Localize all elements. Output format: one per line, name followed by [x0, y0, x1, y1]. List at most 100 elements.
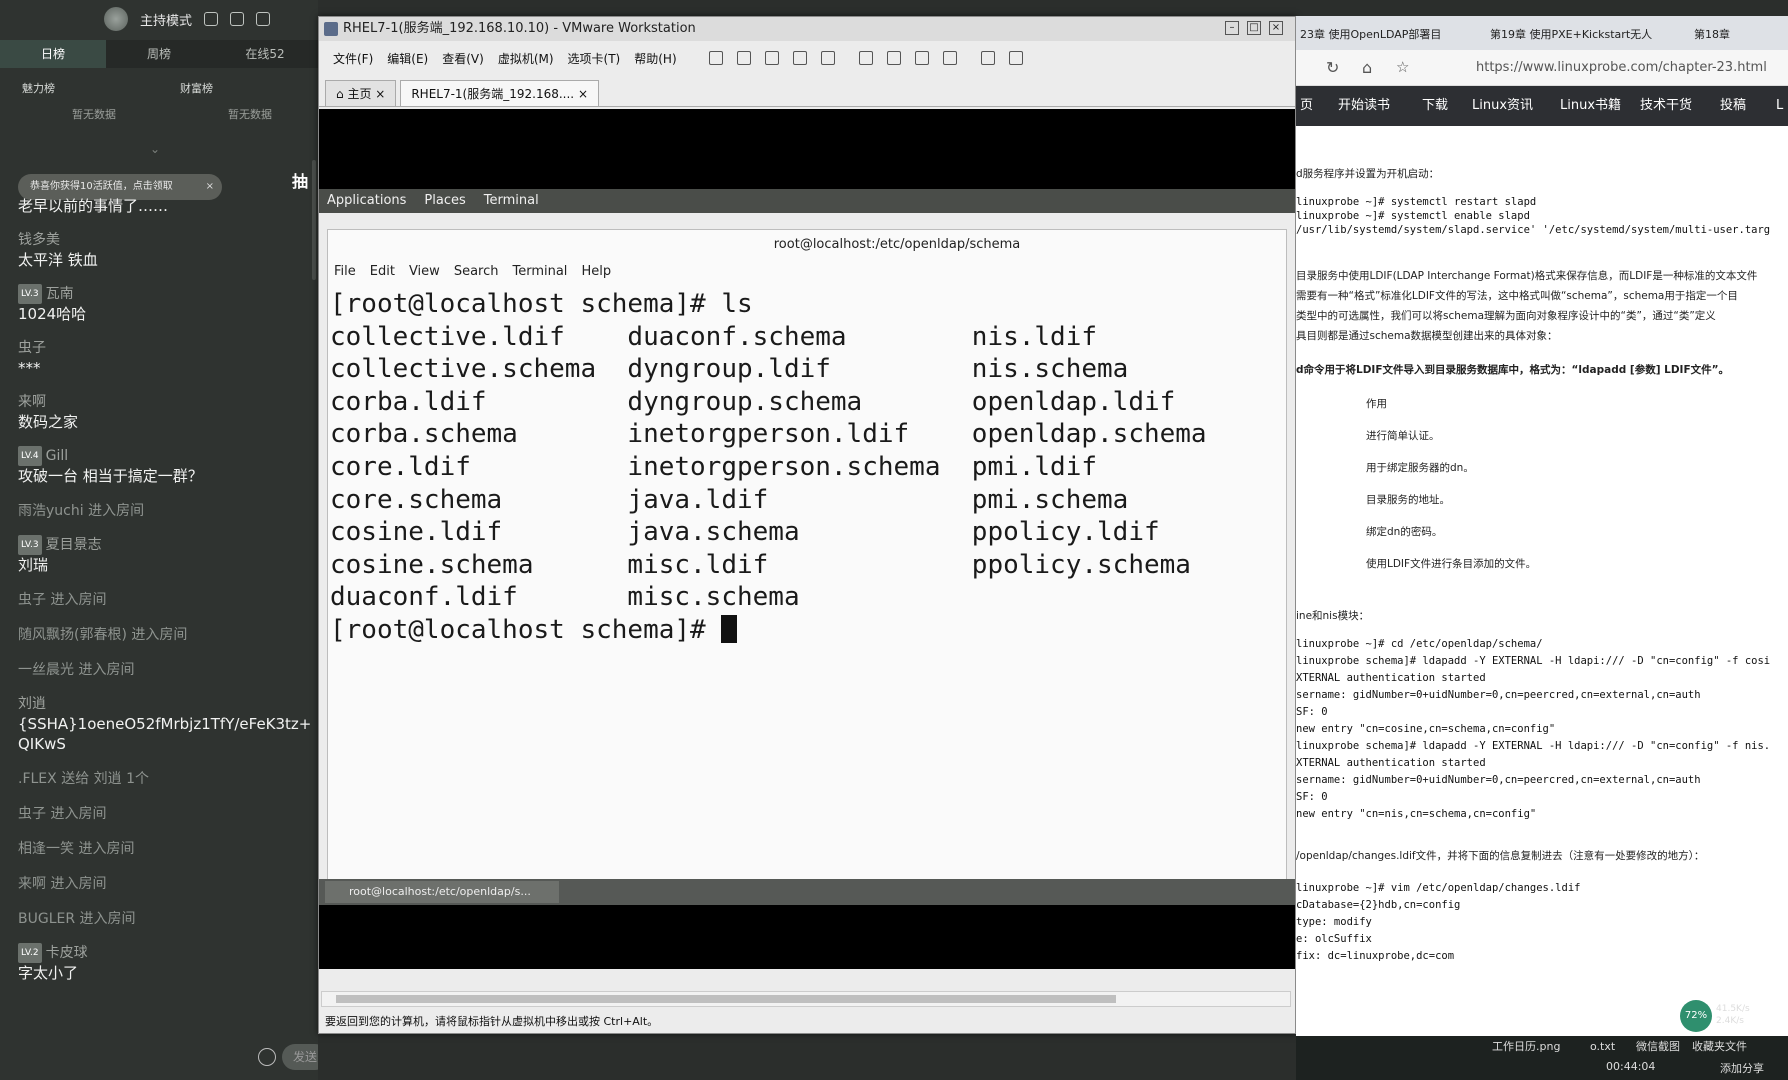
- fullscreen-icon[interactable]: [914, 51, 929, 65]
- stretch-icon[interactable]: [1008, 51, 1023, 65]
- settings-icon[interactable]: [204, 12, 219, 26]
- host-toolbar: 主持模式: [0, 0, 318, 38]
- tab-rhel7-label: RHEL7-1(服务端_192.168....: [411, 87, 575, 101]
- chat-text: {SSHA}1oeneO52fMrbjz1TfY/eFeK3tz+QIKwS: [18, 715, 312, 753]
- scrollbar-thumb[interactable]: [336, 995, 1116, 1003]
- close-button[interactable]: ×: [1269, 21, 1283, 35]
- menu-tabs[interactable]: 选项卡(T): [568, 50, 621, 67]
- nav-item[interactable]: 页: [1300, 86, 1313, 126]
- gnome-applications[interactable]: Applications: [327, 189, 406, 213]
- terminal-menu: File Edit View Search Terminal Help: [334, 264, 611, 279]
- nav-item[interactable]: L: [1776, 86, 1783, 126]
- taskbar-terminal-item[interactable]: root@localhost:/etc/openldap/s...: [325, 881, 559, 903]
- desktop-icon-label[interactable]: 工作日历.png: [1492, 1038, 1560, 1054]
- chat-username: 夏目景志: [45, 537, 102, 553]
- terminal-menu-terminal[interactable]: Terminal: [512, 264, 567, 279]
- system-notice: 雨浩yuchi 进入房间: [18, 503, 145, 519]
- menu-vm[interactable]: 虚拟机(M): [498, 50, 554, 67]
- emoji-icon[interactable]: [258, 1048, 276, 1066]
- chat-text: 1024哈哈: [18, 305, 87, 323]
- url-field[interactable]: https://www.linuxprobe.com/chapter-23.ht…: [1476, 60, 1767, 75]
- nav-item[interactable]: 投稿: [1720, 86, 1746, 126]
- avatar[interactable]: [104, 7, 128, 31]
- chat-user[interactable]: LV.2 卡皮球: [18, 943, 318, 963]
- revert-snapshot-icon[interactable]: [792, 51, 807, 65]
- pause-icon[interactable]: [708, 51, 723, 65]
- desktop-icon-label[interactable]: 微信截图: [1636, 1038, 1680, 1054]
- tab-weekly[interactable]: 周榜: [106, 40, 212, 68]
- nav-item[interactable]: 开始读书: [1338, 86, 1390, 126]
- chat-username: 瓦南: [45, 286, 74, 302]
- desktop-icon-label[interactable]: 收藏夹文件: [1692, 1038, 1747, 1054]
- nav-item[interactable]: 技术干货: [1640, 86, 1692, 126]
- chat-user[interactable]: LV.3 瓦南: [18, 284, 318, 304]
- send-button[interactable]: 发送: [282, 1044, 318, 1070]
- browser-tab[interactable]: 第19章 使用PXE+Kickstart无人: [1490, 26, 1652, 42]
- gnome-places[interactable]: Places: [424, 189, 465, 213]
- chat-user[interactable]: 刘逍: [18, 694, 318, 714]
- code-line: SF: 0: [1296, 791, 1328, 803]
- system-notice: 虫子 进入房间: [18, 806, 107, 822]
- desktop-icon-label[interactable]: o.txt: [1590, 1040, 1615, 1053]
- charm-rank-label[interactable]: 魅力榜: [22, 80, 55, 96]
- chat-message: 相逢一笑 进入房间: [18, 838, 318, 859]
- nav-item[interactable]: 下载: [1422, 86, 1448, 126]
- address-bar: ↻ ⌂ ☆ https://www.linuxprobe.com/chapter…: [1296, 50, 1788, 86]
- vmware-window: RHEL7-1(服务端_192.168.10.10) - VMware Work…: [318, 16, 1296, 1034]
- sidebar-icon[interactable]: [858, 51, 873, 65]
- menu-file[interactable]: 文件(F): [333, 50, 373, 67]
- chat-user[interactable]: 来啊: [18, 392, 318, 412]
- chat-user[interactable]: 虫子: [18, 338, 318, 358]
- nav-item[interactable]: Linux书籍: [1560, 86, 1621, 126]
- star-icon[interactable]: ☆: [1396, 58, 1409, 76]
- code-line: linuxprobe ~]# cd /etc/openldap/schema/: [1296, 638, 1543, 650]
- chat-user[interactable]: LV.3 夏目景志: [18, 535, 318, 555]
- home-icon[interactable]: ⌂: [1362, 58, 1372, 77]
- terminal-menu-search[interactable]: Search: [454, 264, 499, 279]
- minimize-button[interactable]: –: [1225, 21, 1239, 35]
- terminal-menu-view[interactable]: View: [409, 264, 440, 279]
- terminal-menu-edit[interactable]: Edit: [370, 264, 395, 279]
- tab-rhel7[interactable]: RHEL7-1(服务端_192.168.... ×: [400, 80, 599, 106]
- tab-online[interactable]: 在线52: [212, 40, 318, 68]
- browser-tab[interactable]: 第18章: [1694, 26, 1730, 42]
- code-line: sername: gidNumber=0+uidNumber=0,cn=peer…: [1296, 689, 1701, 701]
- system-notice: 一丝晨光 进入房间: [18, 662, 135, 678]
- console-icon[interactable]: [980, 51, 995, 65]
- terminal-output[interactable]: [root@localhost schema]# ls collective.l…: [330, 288, 1207, 647]
- send-keys-icon[interactable]: [736, 51, 751, 65]
- menu-help[interactable]: 帮助(H): [634, 50, 676, 67]
- nav-item[interactable]: Linux资讯: [1472, 86, 1533, 126]
- window-icon[interactable]: [256, 12, 271, 26]
- edit-icon[interactable]: [230, 12, 245, 26]
- terminal-menu-file[interactable]: File: [334, 264, 356, 279]
- thumbnail-icon[interactable]: [886, 51, 901, 65]
- manage-snapshots-icon[interactable]: [820, 51, 835, 65]
- tab-home[interactable]: ⌂ 主页 ×: [325, 80, 397, 106]
- gnome-terminal[interactable]: Terminal: [484, 189, 539, 213]
- chat-user[interactable]: LV.4 Gill: [18, 446, 318, 466]
- tab-daily[interactable]: 日榜: [0, 40, 106, 68]
- code-line: linuxprobe schema]# ldapadd -Y EXTERNAL …: [1296, 655, 1771, 667]
- refresh-icon[interactable]: ↻: [1326, 58, 1339, 77]
- unity-icon[interactable]: [942, 51, 957, 65]
- horizontal-scrollbar[interactable]: [321, 991, 1291, 1007]
- snapshot-icon[interactable]: [764, 51, 779, 65]
- browser-tab[interactable]: 23章 使用OpenLDAP部署目: [1300, 26, 1441, 42]
- paragraph: 具目则都是通过schema数据模型创建出来的具体对象：: [1296, 330, 1558, 342]
- chat-message: LV.4 Gill 攻破一台 相当于搞定一群？: [18, 446, 318, 486]
- toast-text: 恭喜你获得10活跃值，点击领取: [30, 181, 173, 192]
- wealth-rank-label[interactable]: 财富榜: [180, 80, 213, 96]
- menu-edit[interactable]: 编辑(E): [387, 50, 428, 67]
- chat-scrollbar[interactable]: [312, 160, 316, 280]
- menu-view[interactable]: 查看(V): [442, 50, 484, 67]
- share-button[interactable]: 添加分享: [1720, 1060, 1764, 1076]
- terminal-menu-help[interactable]: Help: [581, 264, 611, 279]
- chevron-down-icon[interactable]: ⌄: [150, 142, 160, 156]
- maximize-button[interactable]: □: [1247, 21, 1261, 35]
- terminal-line: cosine.schema misc.ldif ppolicy.schema: [330, 549, 1191, 580]
- code-line: sername: gidNumber=0+uidNumber=0,cn=peer…: [1296, 774, 1701, 786]
- system-notice: 随风飘扬(郭春根) 进入房间: [18, 627, 188, 643]
- chat-user[interactable]: 钱多美: [18, 230, 318, 250]
- terminal-window[interactable]: root@localhost:/etc/openldap/schema File…: [327, 229, 1287, 889]
